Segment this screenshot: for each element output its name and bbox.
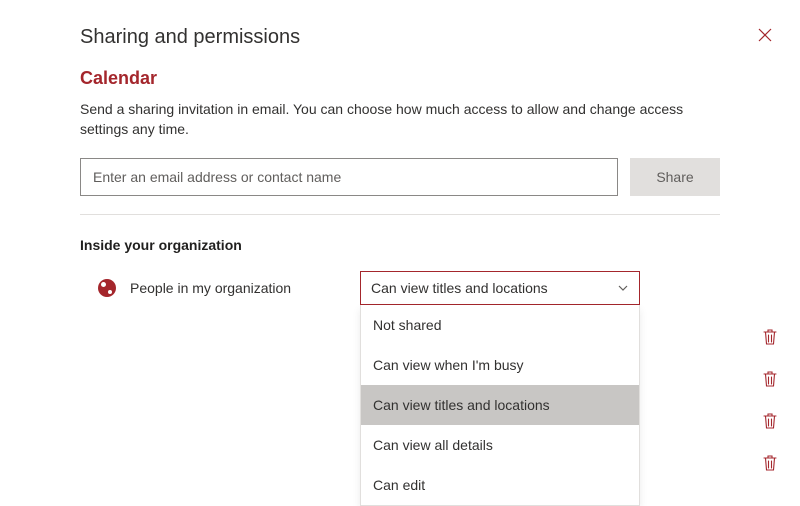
header-row: Sharing and permissions — [80, 24, 720, 50]
permission-option-busy[interactable]: Can view when I'm busy — [361, 345, 639, 385]
close-icon — [758, 29, 772, 46]
chevron-down-icon — [617, 282, 629, 294]
email-input[interactable] — [80, 158, 618, 196]
permission-dropdown: Not shared Can view when I'm busy Can vi… — [360, 305, 640, 506]
calendar-name: Calendar — [80, 68, 720, 89]
invite-row: Share — [80, 158, 720, 196]
permission-people-label: People in my organization — [130, 280, 360, 296]
trash-icon — [763, 455, 777, 474]
permission-option-all-details[interactable]: Can view all details — [361, 425, 639, 465]
trash-icon — [763, 329, 777, 348]
delete-button[interactable] — [760, 329, 780, 349]
divider — [80, 214, 720, 215]
permission-option-not-shared[interactable]: Not shared — [361, 305, 639, 345]
trash-icon — [763, 371, 777, 390]
inside-org-label: Inside your organization — [80, 237, 720, 253]
delete-button[interactable] — [760, 413, 780, 433]
trash-icon — [763, 413, 777, 432]
close-button[interactable] — [750, 24, 780, 50]
sharing-permissions-panel: Sharing and permissions Calendar Send a … — [0, 0, 800, 305]
permission-select-value: Can view titles and locations — [371, 280, 548, 296]
permission-row-org: People in my organization Can view title… — [80, 271, 720, 305]
permission-select-wrap: Can view titles and locations Not shared… — [360, 271, 640, 305]
share-button[interactable]: Share — [630, 158, 720, 196]
permission-option-edit[interactable]: Can edit — [361, 465, 639, 505]
permission-option-titles-locations[interactable]: Can view titles and locations — [361, 385, 639, 425]
calendar-description: Send a sharing invitation in email. You … — [80, 99, 720, 140]
permission-select[interactable]: Can view titles and locations — [360, 271, 640, 305]
organization-icon — [98, 279, 116, 297]
delete-button[interactable] — [760, 455, 780, 475]
page-title: Sharing and permissions — [80, 26, 300, 49]
delete-column — [760, 329, 780, 475]
delete-button[interactable] — [760, 371, 780, 391]
